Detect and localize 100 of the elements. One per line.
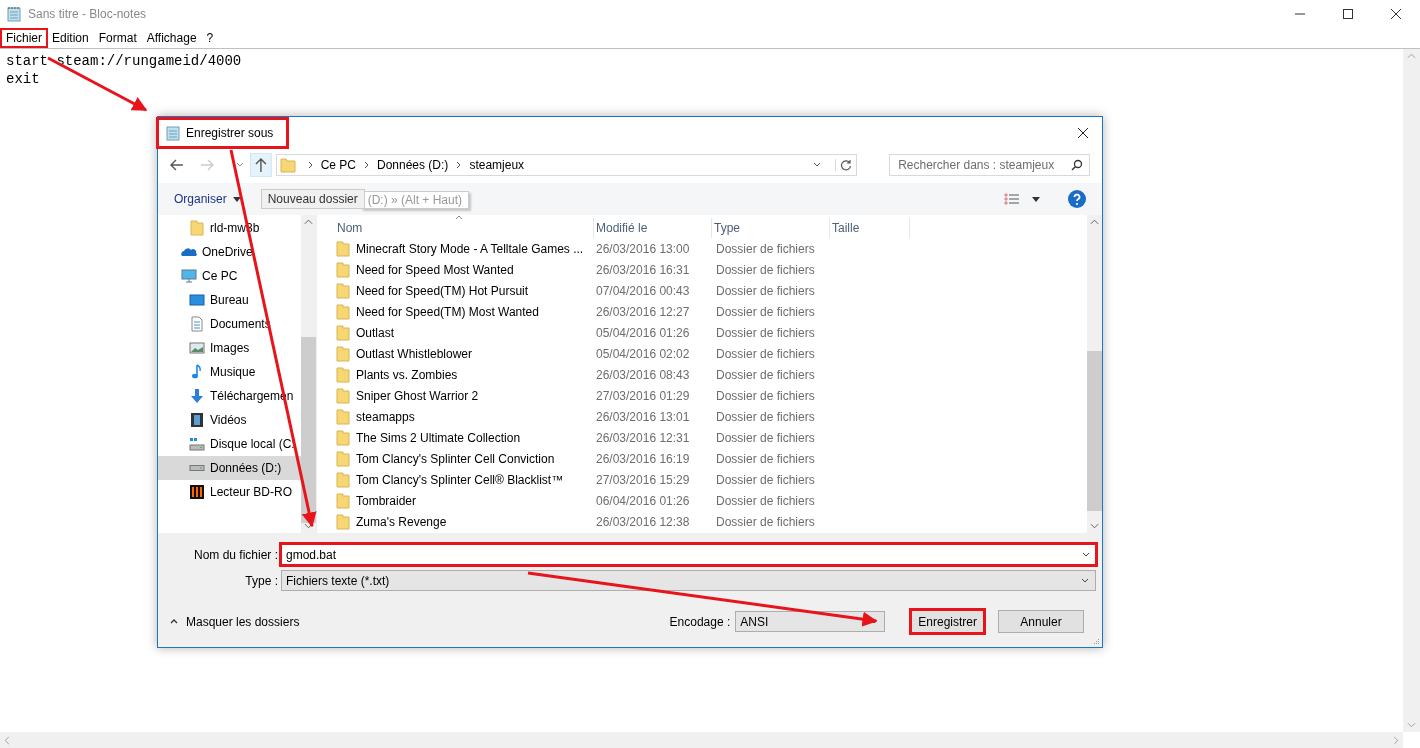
file-name[interactable]: The Sims 2 Ultimate Collection	[356, 430, 521, 445]
table-cell-text: Dossier de fichiers	[716, 409, 816, 424]
close-icon[interactable]	[1078, 127, 1088, 138]
hide-folders-button[interactable]: Masquer les dossiers	[170, 614, 300, 629]
notepad-icon	[6, 6, 22, 22]
file-name[interactable]: Minecraft Story Mode - A Telltale Games ...	[356, 241, 584, 256]
file-name[interactable]: Tom Clancy's Splinter Cell® Blacklist™	[356, 472, 564, 487]
folder-icon	[335, 366, 351, 383]
scrollbar[interactable]	[1087, 215, 1102, 533]
sidebar-item[interactable]: Données (D:)	[158, 456, 301, 480]
save-button[interactable]: Enregistrer	[911, 610, 984, 633]
column-header[interactable]: Type	[712, 218, 830, 238]
file-name[interactable]: Sniper Ghost Warrior 2	[356, 388, 479, 403]
menu-item[interactable]: Edition	[48, 30, 93, 46]
file-name[interactable]: Need for Speed(TM) Hot Pursuit	[356, 283, 529, 298]
table-cell-text: 26/03/2016 13:01	[596, 409, 691, 424]
scrollbar[interactable]	[301, 215, 316, 533]
file-name[interactable]: Tom Clancy's Splinter Cell Conviction	[356, 451, 555, 466]
table-cell-text: 26/03/2016 12:27	[596, 304, 691, 319]
chevron-down-icon[interactable]	[813, 162, 822, 167]
scrollbar[interactable]	[1403, 49, 1420, 732]
notepad-icon	[165, 124, 181, 141]
dialog-title: Enregistrer sous	[186, 125, 274, 140]
sidebar-item[interactable]: Images	[158, 336, 301, 360]
folder-icon	[279, 156, 296, 173]
table-cell-text: 05/04/2016 01:26	[596, 325, 691, 340]
table-cell-text: Dossier de fichiers	[716, 367, 816, 382]
back-arrow-icon[interactable]	[170, 158, 184, 171]
field-label: Type :	[244, 573, 279, 588]
address-bar[interactable]: Ce PC Données (D:) steamjeux	[275, 153, 858, 176]
search-icon	[1071, 158, 1083, 171]
type-dropdown[interactable]: Fichiers texte (*.txt)	[281, 570, 1096, 591]
menu-item[interactable]: Fichier	[2, 30, 46, 46]
sidebar-item[interactable]: Bureau	[158, 288, 301, 312]
organize-button[interactable]: Organiser	[168, 190, 247, 208]
caret-icon[interactable]	[1032, 196, 1040, 202]
sidebar-item[interactable]: Ce PC	[158, 264, 301, 288]
cancel-button[interactable]: Annuler	[998, 610, 1084, 633]
window-title: Sans titre - Bloc-notes	[28, 7, 147, 21]
column-header[interactable]: Modifié le	[594, 218, 712, 238]
drive-icon	[189, 465, 205, 471]
table-cell-text: 26/03/2016 13:00	[596, 241, 691, 256]
filename-field[interactable]: gmod.bat	[281, 544, 1096, 565]
help-icon[interactable]	[1068, 190, 1086, 208]
breadcrumb-item[interactable]: Données (D:)	[377, 157, 449, 172]
folder-icon	[335, 408, 351, 425]
field-label: Nom du fichier :	[192, 547, 279, 562]
sidebar-item[interactable]: Vidéos	[158, 408, 301, 432]
breadcrumb-item[interactable]: steamjeux	[469, 157, 525, 172]
menu-item[interactable]: Affichage	[142, 30, 201, 46]
breadcrumb-item[interactable]: Ce PC	[320, 157, 356, 172]
column-header[interactable]: Nom	[335, 218, 594, 238]
table-cell-text: Dossier de fichiers	[716, 472, 816, 487]
search-field[interactable]: Rechercher dans : steamjeux	[889, 153, 1090, 176]
file-name[interactable]: steamapps	[356, 409, 415, 424]
folder-icon	[189, 220, 205, 236]
sidebar-item[interactable]: Disque local (C:	[158, 432, 301, 456]
encoding-dropdown[interactable]: ANSI	[735, 611, 886, 632]
sidebar-item[interactable]: Lecteur BD-RO	[158, 480, 301, 504]
table-cell-text: Dossier de fichiers	[716, 325, 816, 340]
file-name[interactable]: Outlast	[356, 325, 394, 340]
folder-icon	[335, 429, 351, 446]
chevron-down-icon[interactable]	[235, 162, 244, 167]
sidebar-item[interactable]: OneDrive	[158, 240, 301, 264]
folder-icon	[335, 261, 351, 278]
file-name[interactable]: Need for Speed Most Wanted	[356, 262, 514, 277]
file-name[interactable]: Need for Speed(TM) Most Wanted	[356, 304, 539, 319]
close-icon[interactable]	[1391, 9, 1401, 19]
column-header[interactable]: Taille	[830, 218, 910, 238]
table-cell-text: Dossier de fichiers	[716, 304, 816, 319]
folder-icon	[335, 471, 351, 488]
file-name[interactable]: Outlast Whistleblower	[356, 346, 473, 361]
sort-caret-icon	[455, 215, 463, 220]
drive-icon	[189, 436, 205, 452]
forward-arrow-icon[interactable]	[199, 158, 214, 171]
refresh-icon[interactable]	[835, 158, 853, 171]
scrollbar[interactable]	[0, 732, 1403, 748]
chevron-right-icon	[364, 160, 369, 169]
table-cell-text: 27/03/2016 15:29	[596, 472, 691, 487]
caret-icon	[232, 196, 241, 202]
new-folder-button[interactable]: Nouveau dossier	[260, 189, 365, 209]
file-name[interactable]: Zuma's Revenge	[356, 514, 447, 529]
file-name[interactable]: Tombraider	[356, 493, 417, 508]
sidebar-item[interactable]: Musique	[158, 360, 301, 384]
table-cell-text: Dossier de fichiers	[716, 493, 816, 508]
menu-item[interactable]: Format	[94, 30, 141, 46]
view-options-icon[interactable]	[1004, 193, 1020, 205]
folder-icon	[335, 513, 351, 530]
folder-icon	[335, 387, 351, 404]
folder-icon	[335, 492, 351, 509]
desktop-icon	[189, 292, 205, 308]
table-cell-text: 26/03/2016 16:31	[596, 262, 691, 277]
chevron-down-icon[interactable]	[1082, 552, 1090, 557]
monitor-icon	[181, 268, 197, 284]
table-cell-text: 26/03/2016 08:43	[596, 367, 691, 382]
resize-grip-icon[interactable]	[1092, 637, 1100, 645]
maximize-icon[interactable]	[1343, 9, 1353, 19]
menu-item[interactable]: ?	[202, 30, 218, 46]
file-name[interactable]: Plants vs. Zombies	[356, 367, 458, 382]
document-icon	[189, 316, 205, 332]
